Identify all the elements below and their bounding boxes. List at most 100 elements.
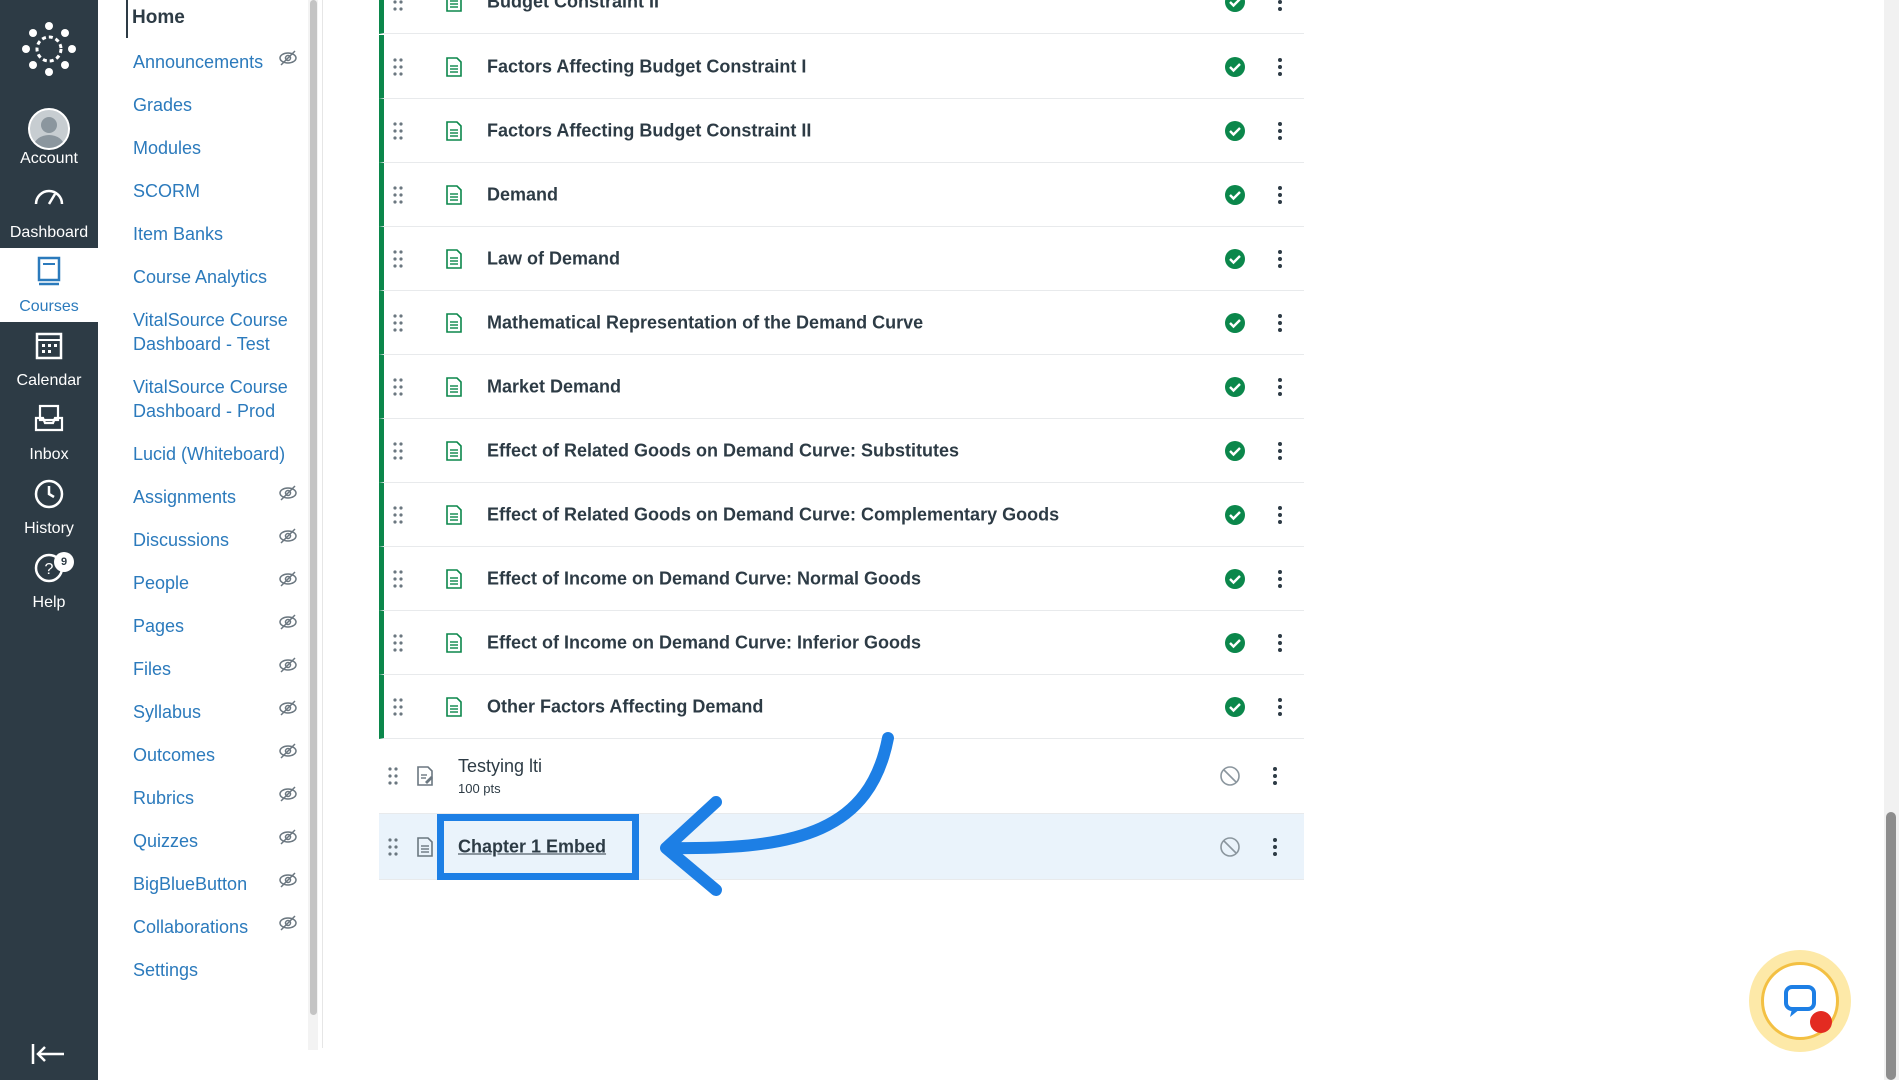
avatar-icon	[28, 108, 70, 150]
published-check-icon[interactable]	[1224, 184, 1246, 206]
page-scroll-thumb[interactable]	[1886, 812, 1896, 1080]
global-nav-courses[interactable]: Courses	[0, 248, 98, 322]
more-options-icon[interactable]	[1272, 837, 1278, 857]
course-nav-settings[interactable]: Settings	[133, 958, 308, 982]
global-nav-inbox[interactable]: Inbox	[0, 396, 98, 470]
published-check-icon[interactable]	[1224, 56, 1246, 78]
course-nav-grades[interactable]: Grades	[133, 93, 308, 117]
drag-handle-icon[interactable]	[388, 837, 398, 856]
drag-handle-icon[interactable]	[393, 249, 403, 268]
module-item-title[interactable]: Factors Affecting Budget Constraint I	[487, 56, 806, 77]
module-item-page[interactable]: Law of Demand	[379, 227, 1304, 291]
published-check-icon[interactable]	[1224, 120, 1246, 142]
drag-handle-icon[interactable]	[393, 697, 403, 716]
more-options-icon[interactable]	[1277, 441, 1283, 461]
module-item-title[interactable]: Effect of Income on Demand Curve: Inferi…	[487, 632, 921, 653]
drag-handle-icon[interactable]	[388, 767, 398, 785]
course-nav-course-analytics[interactable]: Course Analytics	[133, 265, 308, 289]
published-check-icon[interactable]	[1224, 376, 1246, 398]
page-icon	[446, 184, 462, 205]
module-item-page[interactable]: Effect of Related Goods on Demand Curve:…	[379, 419, 1304, 483]
published-check-icon[interactable]	[1224, 504, 1246, 526]
module-item-page[interactable]: Effect of Income on Demand Curve: Inferi…	[379, 611, 1304, 675]
course-nav-scorm[interactable]: SCORM	[133, 179, 308, 203]
module-item-title[interactable]: Market Demand	[487, 376, 621, 397]
course-nav-item-banks[interactable]: Item Banks	[133, 222, 308, 246]
collapse-nav-icon[interactable]	[30, 1040, 68, 1068]
module-item-title[interactable]: Effect of Related Goods on Demand Curve:…	[487, 504, 1059, 525]
module-item-page[interactable]: Budget Constraint II	[379, 0, 1304, 34]
published-check-icon[interactable]	[1224, 696, 1246, 718]
global-nav-dashboard[interactable]: Dashboard	[0, 174, 98, 248]
page-icon	[446, 248, 462, 269]
divider	[322, 0, 323, 1048]
more-options-icon[interactable]	[1277, 249, 1283, 269]
more-options-icon[interactable]	[1277, 697, 1283, 717]
published-check-icon[interactable]	[1224, 440, 1246, 462]
published-check-icon[interactable]	[1224, 248, 1246, 270]
module-item-title[interactable]: Effect of Related Goods on Demand Curve:…	[487, 440, 959, 461]
course-nav-lucid[interactable]: Lucid (Whiteboard)	[133, 442, 308, 466]
course-nav-home[interactable]: Home	[126, 0, 185, 38]
drag-handle-icon[interactable]	[393, 441, 403, 460]
drag-handle-icon[interactable]	[393, 0, 403, 11]
global-nav-calendar[interactable]: Calendar	[0, 322, 98, 396]
more-options-icon[interactable]	[1277, 313, 1283, 333]
course-nav-scroll-thumb[interactable]	[310, 0, 317, 1015]
page-icon	[446, 568, 462, 589]
canvas-logo-icon[interactable]	[22, 22, 76, 76]
published-check-icon[interactable]	[1224, 568, 1246, 590]
module-item-page[interactable]: Demand	[379, 163, 1304, 227]
drag-handle-icon[interactable]	[393, 121, 403, 140]
more-options-icon[interactable]	[1277, 633, 1283, 653]
chat-widget-button[interactable]	[1749, 950, 1851, 1052]
module-item-title[interactable]: Mathematical Representation of the Deman…	[487, 312, 923, 333]
drag-handle-icon[interactable]	[393, 185, 403, 204]
global-nav-account[interactable]: Account	[0, 100, 98, 174]
more-options-icon[interactable]	[1277, 57, 1283, 77]
drag-handle-icon[interactable]	[393, 313, 403, 332]
course-nav-vitalsource-test[interactable]: VitalSource Course Dashboard - Test	[133, 308, 308, 356]
module-item-title[interactable]: Demand	[487, 184, 558, 205]
module-item-title[interactable]: Other Factors Affecting Demand	[487, 696, 763, 717]
hidden-eye-icon	[279, 915, 297, 931]
courses-icon	[37, 256, 61, 286]
module-item-title[interactable]: Budget Constraint II	[487, 0, 659, 12]
global-nav-history[interactable]: History	[0, 470, 98, 544]
assignment-points: 100 pts	[458, 781, 501, 796]
more-options-icon[interactable]	[1277, 121, 1283, 141]
page-icon	[446, 696, 462, 717]
global-nav-help[interactable]: ? 9 Help	[0, 544, 98, 618]
drag-handle-icon[interactable]	[393, 505, 403, 524]
module-item-page[interactable]: Factors Affecting Budget Constraint II	[379, 99, 1304, 163]
published-check-icon[interactable]	[1224, 632, 1246, 654]
unpublished-icon[interactable]	[1219, 836, 1241, 858]
module-item-page[interactable]: Effect of Income on Demand Curve: Normal…	[379, 547, 1304, 611]
drag-handle-icon[interactable]	[393, 633, 403, 652]
module-item-page[interactable]: Market Demand	[379, 355, 1304, 419]
more-options-icon[interactable]	[1277, 377, 1283, 397]
course-nav-modules[interactable]: Modules	[133, 136, 308, 160]
dashboard-icon	[34, 189, 64, 205]
page-icon	[446, 120, 462, 141]
module-item-title[interactable]: Testying lti	[458, 756, 542, 777]
more-options-icon[interactable]	[1277, 569, 1283, 589]
drag-handle-icon[interactable]	[393, 569, 403, 588]
module-item-page[interactable]: Factors Affecting Budget Constraint I	[379, 35, 1304, 99]
published-check-icon[interactable]	[1224, 312, 1246, 334]
more-options-icon[interactable]	[1277, 0, 1283, 12]
published-check-icon[interactable]	[1224, 0, 1246, 13]
module-item-title[interactable]: Factors Affecting Budget Constraint II	[487, 120, 811, 141]
more-options-icon[interactable]	[1277, 185, 1283, 205]
drag-handle-icon[interactable]	[393, 377, 403, 396]
drag-handle-icon[interactable]	[393, 57, 403, 76]
unpublished-icon[interactable]	[1219, 765, 1241, 787]
module-item-page[interactable]: Effect of Related Goods on Demand Curve:…	[379, 483, 1304, 547]
page-icon	[446, 312, 462, 333]
module-item-page[interactable]: Mathematical Representation of the Deman…	[379, 291, 1304, 355]
course-nav-vitalsource-prod[interactable]: VitalSource Course Dashboard - Prod	[133, 375, 308, 423]
more-options-icon[interactable]	[1272, 766, 1278, 786]
module-item-title[interactable]: Law of Demand	[487, 248, 620, 269]
module-item-title[interactable]: Effect of Income on Demand Curve: Normal…	[487, 568, 921, 589]
more-options-icon[interactable]	[1277, 505, 1283, 525]
